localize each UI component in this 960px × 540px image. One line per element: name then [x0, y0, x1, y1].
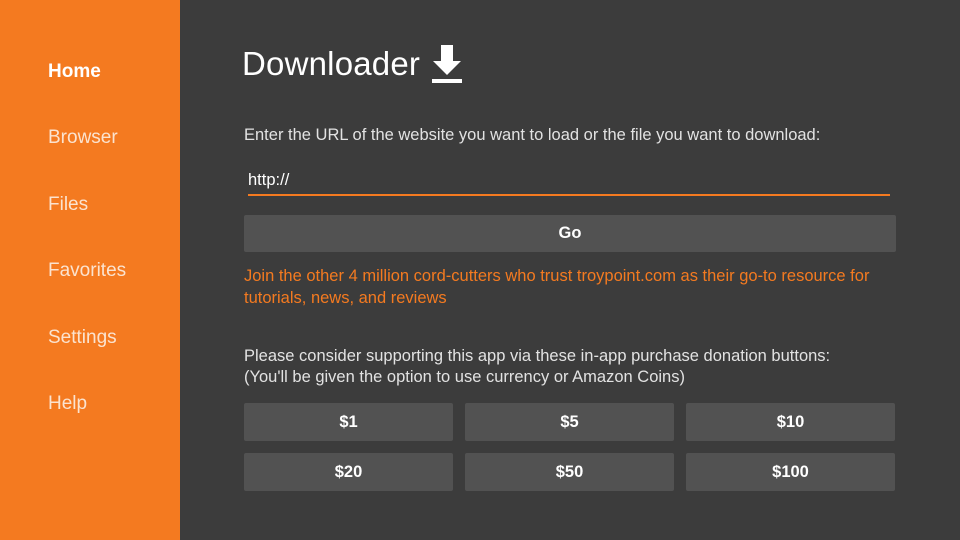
donation-info: Please consider supporting this app via …	[244, 346, 924, 388]
sidebar-item-home[interactable]: Home	[48, 61, 101, 83]
sidebar-item-help[interactable]: Help	[48, 393, 87, 415]
go-button[interactable]: Go	[244, 215, 896, 252]
donate-100-button[interactable]: $100	[686, 453, 895, 491]
url-prompt-text: Enter the URL of the website you want to…	[244, 126, 821, 144]
page-title: Downloader	[242, 45, 421, 82]
main-panel: Downloader Enter the URL of the website …	[180, 0, 960, 540]
app-header: Downloader	[242, 40, 464, 88]
download-arrow-icon	[430, 43, 464, 85]
donate-5-button[interactable]: $5	[465, 403, 674, 441]
sidebar-item-files[interactable]: Files	[48, 194, 88, 216]
donation-info-line-2: (You'll be given the option to use curre…	[244, 368, 685, 386]
url-input[interactable]	[248, 168, 890, 196]
sidebar-item-settings[interactable]: Settings	[48, 327, 117, 349]
donate-10-button[interactable]: $10	[686, 403, 895, 441]
sidebar-item-browser[interactable]: Browser	[48, 127, 118, 149]
donate-1-button[interactable]: $1	[244, 403, 453, 441]
donate-20-button[interactable]: $20	[244, 453, 453, 491]
sidebar: Home Browser Files Favorites Settings He…	[0, 0, 180, 540]
donation-info-line-1: Please consider supporting this app via …	[244, 347, 831, 365]
sidebar-item-favorites[interactable]: Favorites	[48, 260, 126, 282]
donate-50-button[interactable]: $50	[465, 453, 674, 491]
promo-text: Join the other 4 million cord-cutters wh…	[244, 267, 870, 307]
downloader-app: Home Browser Files Favorites Settings He…	[0, 0, 960, 540]
